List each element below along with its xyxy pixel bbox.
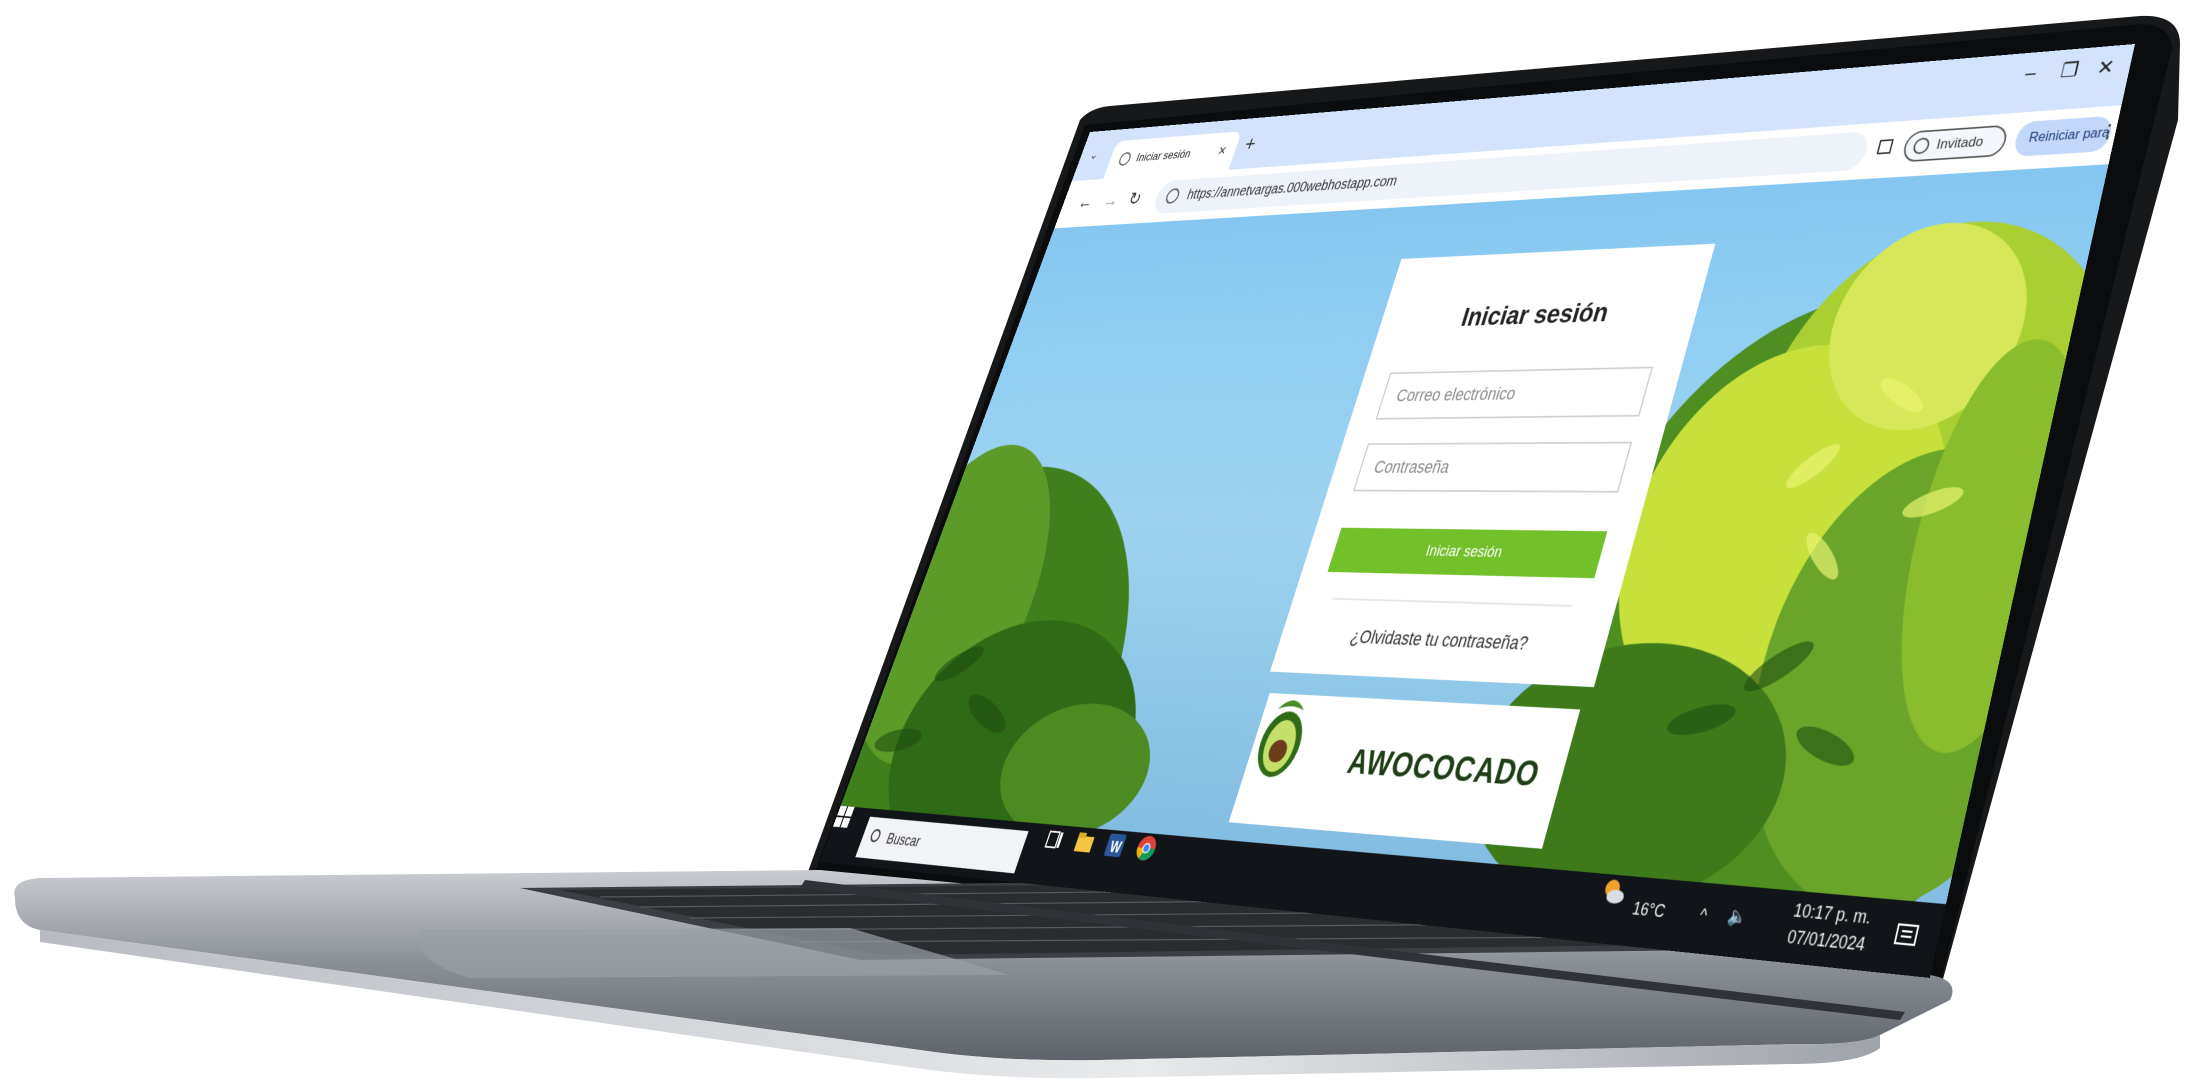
email-field[interactable]: [1375, 366, 1654, 420]
password-input[interactable]: [1354, 443, 1631, 491]
notification-icon[interactable]: [1888, 919, 1926, 957]
forward-button[interactable]: →: [1101, 189, 1122, 211]
close-window-button[interactable]: ✕: [2095, 55, 2117, 80]
password-field[interactable]: [1352, 441, 1633, 493]
folder-icon[interactable]: [1069, 827, 1099, 858]
tab-list-button[interactable]: ⌄: [1088, 148, 1101, 163]
login-title: Iniciar sesión: [1457, 297, 1613, 333]
volume-icon[interactable]: 🔈: [1725, 905, 1749, 928]
profile-button[interactable]: Invitado: [1900, 124, 2010, 163]
taskbar-search[interactable]: Buscar: [855, 816, 1029, 874]
divider: [1331, 597, 1573, 607]
brand-logo-text: AWOCOCADO: [1343, 743, 1544, 795]
laptop: ⌄ Iniciar sesión × + – ❐ ✕ ← → ↻ https:/…: [0, 0, 2190, 1080]
search-icon: [868, 828, 883, 843]
reload-button[interactable]: ↻: [1125, 188, 1144, 210]
email-input[interactable]: [1377, 368, 1652, 419]
weather-icon[interactable]: [1597, 874, 1632, 910]
brand-logo-card: AWOCOCADO: [1228, 693, 1581, 849]
task-view-icon[interactable]: [1039, 824, 1069, 855]
profile-label: Invitado: [1934, 133, 1986, 153]
tab-close-icon[interactable]: ×: [1216, 142, 1229, 160]
site-info-icon[interactable]: [1163, 187, 1182, 205]
word-icon[interactable]: W: [1100, 830, 1131, 861]
profile-icon: [1911, 137, 1932, 155]
tray-chevron-icon[interactable]: ^: [1697, 905, 1710, 927]
new-tab-button[interactable]: +: [1241, 132, 1259, 156]
forgot-password-link[interactable]: ¿Olvidaste tu contraseña?: [1279, 623, 1609, 658]
system-clock[interactable]: 10:17 p. m. 07/01/2024: [1785, 897, 1875, 958]
minimize-button[interactable]: –: [2023, 62, 2039, 86]
login-button[interactable]: Iniciar sesión: [1327, 527, 1608, 579]
search-label: Buscar: [883, 830, 923, 851]
maximize-button[interactable]: ❐: [2058, 58, 2081, 83]
url-text: https://annetvargas.000webhostapp.com: [1184, 173, 1400, 203]
side-panel-icon[interactable]: [1876, 139, 1894, 155]
weather-temp[interactable]: 16°C: [1630, 899, 1667, 923]
globe-icon: [1117, 151, 1133, 167]
tab-title: Iniciar sesión: [1134, 147, 1193, 165]
back-button[interactable]: ←: [1075, 191, 1097, 213]
chrome-icon[interactable]: [1131, 832, 1162, 863]
